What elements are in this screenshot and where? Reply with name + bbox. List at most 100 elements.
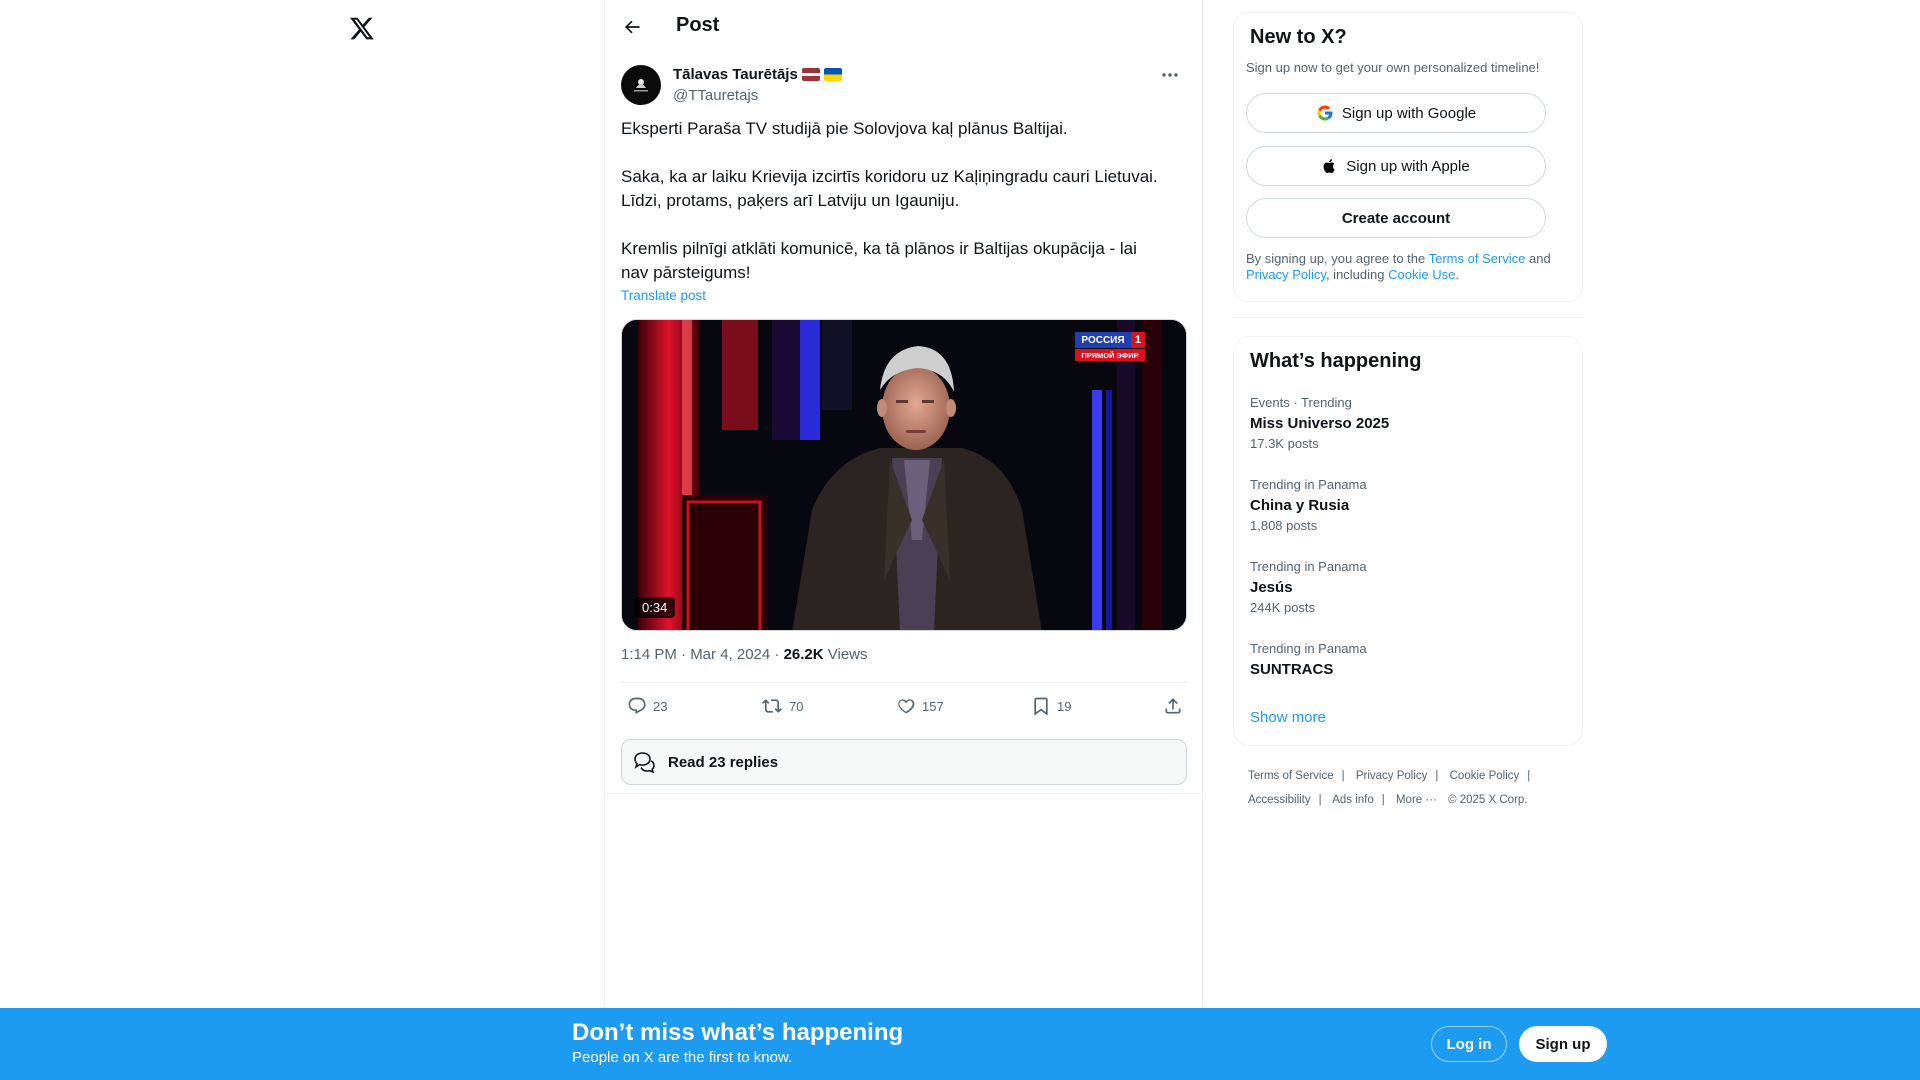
read-replies-label: Read 23 replies bbox=[668, 753, 779, 771]
reply-button[interactable]: 23 bbox=[627, 696, 667, 716]
trend-posts: 244K posts bbox=[1250, 600, 1316, 615]
signup-subtitle: Sign up now to get your own personalized… bbox=[1246, 60, 1540, 75]
post-timestamp[interactable]: 1:14 PM · Mar 4, 2024 · bbox=[621, 646, 784, 663]
signup-banner: Don’t miss what’s happening People on X … bbox=[0, 1008, 1920, 1080]
back-arrow-icon bbox=[625, 20, 640, 34]
legal-and: and bbox=[1525, 251, 1551, 266]
post-author: Tālavas Taurētājs @TTauretajs bbox=[621, 65, 1187, 107]
views-count: 26.2K bbox=[783, 646, 824, 663]
author-handle[interactable]: @TTauretajs bbox=[673, 87, 758, 104]
footer-link-cookie[interactable]: Cookie Policy bbox=[1450, 770, 1520, 782]
signup-title: New to X? bbox=[1250, 26, 1347, 48]
speech-bubbles-icon bbox=[634, 752, 655, 774]
reply-icon bbox=[628, 697, 646, 714]
channel-logo-live: ПРЯМОЙ ЭФИР bbox=[1075, 349, 1145, 361]
trend-posts: 1,808 posts bbox=[1250, 518, 1318, 533]
signup-legal-text: By signing up, you agree to the Terms of… bbox=[1246, 251, 1566, 283]
channel-logo-number: 1 bbox=[1131, 332, 1145, 348]
trend-context: Trending in Panama bbox=[1250, 559, 1367, 574]
like-button[interactable]: 157 bbox=[896, 696, 944, 716]
left-rail bbox=[0, 0, 604, 1080]
apple-icon bbox=[1323, 159, 1335, 174]
heart-icon bbox=[898, 699, 915, 714]
post-meta: 1:14 PM · Mar 4, 2024 · 26.2K Views bbox=[621, 646, 868, 663]
banner-subtitle: People on X are the first to know. bbox=[572, 1049, 793, 1066]
read-replies-button[interactable]: Read 23 replies bbox=[621, 739, 1187, 785]
translate-post-link[interactable]: Translate post bbox=[621, 288, 706, 303]
post-actions: 23 70 157 19 bbox=[621, 682, 1187, 732]
trend-name: China y Rusia bbox=[1250, 497, 1350, 514]
avatar[interactable] bbox=[621, 65, 661, 105]
footer-links: Terms of Service | Privacy Policy | Cookie… bbox=[1248, 770, 1531, 806]
legal-end: . bbox=[1455, 267, 1459, 282]
topbar: Post bbox=[605, 0, 1202, 53]
privacy-policy-link[interactable]: Privacy Policy bbox=[1246, 267, 1326, 282]
trend-name: Miss Universo 2025 bbox=[1250, 415, 1390, 432]
show-more-link[interactable]: Show more bbox=[1250, 709, 1326, 726]
trends-title: What’s happening bbox=[1250, 350, 1422, 372]
signup-apple-label: Sign up with Apple bbox=[1346, 157, 1470, 175]
banner-title: Don’t miss what’s happening bbox=[572, 1019, 904, 1046]
signup-apple-button[interactable]: Sign up with Apple bbox=[1246, 146, 1546, 186]
share-icon bbox=[1165, 698, 1181, 714]
post-text-line: Eksperti Paraša TV studijā pie Solovjova… bbox=[621, 119, 1068, 138]
trends-card: What’s happening Events · Trending Miss … bbox=[1233, 336, 1583, 746]
more-options-button[interactable] bbox=[1153, 65, 1187, 85]
trend-context: Events · Trending bbox=[1250, 395, 1352, 410]
video-player[interactable]: РОССИЯ 1 ПРЯМОЙ ЭФИР 0:34 bbox=[621, 319, 1187, 631]
trend-item[interactable]: Trending in Panama China y Rusia 1,808 p… bbox=[1250, 477, 1570, 547]
footer-link-ads[interactable]: Ads info bbox=[1332, 794, 1374, 806]
post-text-line: Līdzi, protams, paķers arī Latviju un Ig… bbox=[621, 191, 960, 210]
ukraine-flag-icon bbox=[823, 68, 842, 81]
repost-button[interactable]: 70 bbox=[761, 696, 803, 716]
reply-count: 23 bbox=[653, 698, 668, 714]
create-account-label: Create account bbox=[1341, 209, 1451, 227]
post-text-line: Saka, ka ar laiku Krievija izcirtīs kori… bbox=[621, 167, 1158, 186]
bookmark-button[interactable]: 19 bbox=[1031, 696, 1071, 716]
legal-including: , including bbox=[1325, 267, 1389, 282]
bookmark-count: 19 bbox=[1057, 698, 1072, 714]
trend-posts: 17.3K posts bbox=[1250, 436, 1319, 451]
footer-link-privacy[interactable]: Privacy Policy bbox=[1356, 770, 1428, 782]
trend-name: Jesús bbox=[1250, 579, 1293, 596]
footer-link-accessibility[interactable]: Accessibility bbox=[1248, 794, 1311, 806]
cookie-use-link[interactable]: Cookie Use bbox=[1388, 267, 1455, 282]
footer-copyright: © 2025 X Corp. bbox=[1448, 794, 1528, 806]
author-name[interactable]: Tālavas Taurētājs bbox=[673, 66, 842, 83]
video-duration: 0:34 bbox=[634, 597, 676, 618]
trend-context: Trending in Panama bbox=[1250, 477, 1367, 492]
trend-context: Trending in Panama bbox=[1250, 641, 1367, 656]
signup-google-label: Sign up with Google bbox=[1341, 104, 1477, 122]
share-button[interactable] bbox=[1163, 696, 1183, 716]
footer-link-more[interactable]: More ··· bbox=[1396, 794, 1437, 806]
post-text-line: Kremlis pilnīgi atklāti komunicē, ka tā … bbox=[621, 239, 1137, 258]
page-title: Post bbox=[676, 14, 720, 36]
more-dots-icon bbox=[1162, 73, 1178, 77]
trend-name: SUNTRACS bbox=[1250, 661, 1334, 678]
signup-button[interactable]: Sign up bbox=[1519, 1026, 1607, 1062]
bookmark-icon bbox=[1034, 697, 1048, 716]
post-text: Eksperti Paraša TV studijā pie Solovjova… bbox=[621, 117, 1187, 285]
back-button[interactable] bbox=[617, 12, 647, 42]
x-logo-icon[interactable] bbox=[346, 10, 378, 46]
trend-item[interactable]: Trending in Panama SUNTRACS bbox=[1250, 641, 1570, 711]
repost-icon bbox=[762, 699, 782, 713]
login-button[interactable]: Log in bbox=[1431, 1026, 1507, 1062]
trend-item[interactable]: Events · Trending Miss Universo 2025 17.… bbox=[1250, 395, 1570, 465]
google-icon bbox=[1317, 105, 1333, 121]
post-text-line: nav pārsteigums! bbox=[621, 263, 751, 282]
divider bbox=[1233, 317, 1583, 318]
signup-google-button[interactable]: Sign up with Google bbox=[1246, 93, 1546, 133]
divider bbox=[605, 793, 1202, 794]
channel-logo-name: РОССИЯ bbox=[1075, 332, 1131, 348]
trend-item[interactable]: Trending in Panama Jesús 244K posts bbox=[1250, 559, 1570, 629]
footer-link-terms[interactable]: Terms of Service bbox=[1248, 770, 1334, 782]
terms-of-service-link[interactable]: Terms of Service bbox=[1429, 251, 1526, 266]
views-label: Views bbox=[823, 646, 868, 663]
video-thumbnail bbox=[622, 320, 1186, 630]
like-count: 157 bbox=[922, 698, 944, 714]
repost-count: 70 bbox=[789, 698, 804, 714]
latvia-flag-icon bbox=[801, 68, 820, 81]
create-account-button[interactable]: Create account bbox=[1246, 198, 1546, 238]
legal-prefix: By signing up, you agree to the bbox=[1246, 251, 1429, 266]
